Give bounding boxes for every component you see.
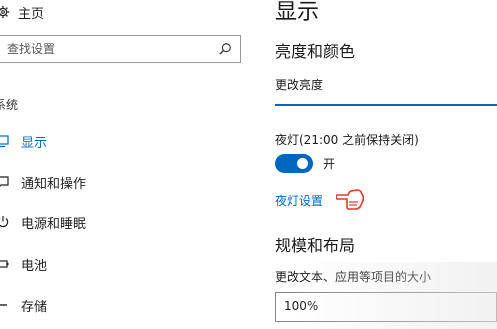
home-label: 主页 — [18, 6, 45, 22]
search-input[interactable] — [0, 37, 218, 61]
nightlight-toggle[interactable] — [275, 154, 313, 173]
layout-heading: 规模和布局 — [275, 236, 356, 255]
sidebar-item-label: 显示 — [21, 135, 48, 151]
section-label: 系统 — [0, 98, 19, 112]
hand-pointer-icon — [336, 189, 365, 210]
battery-icon — [0, 260, 9, 268]
nightlight-settings-link[interactable]: 夜灯设置 — [275, 192, 323, 209]
toggle-knob — [297, 158, 308, 169]
sidebar-item-power[interactable]: 电源和睡眠 — [0, 209, 240, 235]
toggle-state-label: 开 — [323, 157, 336, 171]
storage-icon — [0, 304, 7, 306]
message-icon — [0, 176, 9, 187]
sidebar-item-label: 电源和睡眠 — [21, 216, 87, 232]
nightlight-label: 夜灯(21:00 之前保持关闭) — [275, 133, 419, 147]
settings-sidebar: 主页 系统 显示 通知和操作 电源和睡眠 电池 — [0, 0, 250, 329]
page-title: 显示 — [275, 0, 320, 25]
sidebar-item-label: 存储 — [21, 299, 48, 315]
power-icon — [0, 216, 9, 228]
sidebar-item-storage[interactable]: 存储 — [0, 292, 240, 318]
gear-icon — [0, 5, 10, 19]
search-icon[interactable] — [218, 42, 232, 56]
search-box[interactable] — [0, 35, 241, 63]
sidebar-item-notifications[interactable]: 通知和操作 — [0, 169, 240, 195]
brightness-slider[interactable] — [275, 104, 497, 106]
brightness-heading: 亮度和颜色 — [275, 42, 356, 61]
monitor-icon — [0, 135, 9, 148]
sidebar-item-display[interactable]: 显示 — [0, 128, 240, 154]
sidebar-item-label: 通知和操作 — [21, 176, 87, 192]
nightlight-toggle-row: 开 — [275, 154, 335, 173]
scale-dropdown[interactable]: 100% — [275, 292, 497, 322]
home-nav-item[interactable]: 主页 — [0, 2, 44, 22]
sidebar-item-battery[interactable]: 电池 — [0, 251, 240, 277]
scale-value: 100% — [284, 299, 319, 313]
brightness-label: 更改亮度 — [275, 78, 324, 92]
display-settings-panel: 显示 亮度和颜色 更改亮度 夜灯(21:00 之前保持关闭) 开 夜灯设置 规模… — [250, 0, 497, 329]
scale-label: 更改文本、应用等项目的大小 — [275, 270, 432, 284]
sidebar-item-label: 电池 — [21, 258, 48, 274]
